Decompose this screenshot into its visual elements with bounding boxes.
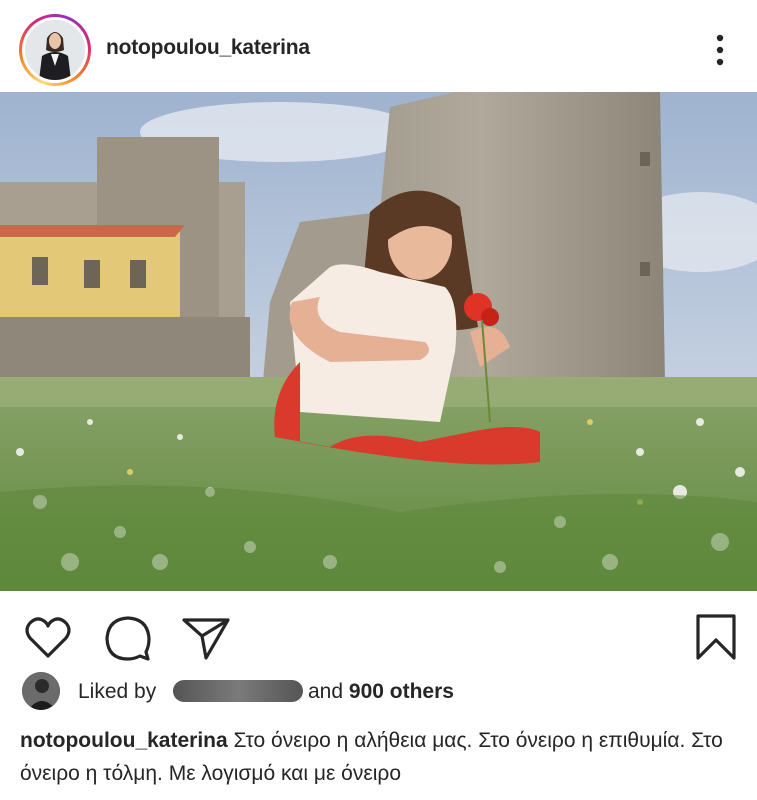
- more-options-icon[interactable]: [708, 30, 732, 70]
- liked-by-label: Liked by: [78, 680, 157, 703]
- liker-avatar[interactable]: [22, 672, 60, 710]
- like-heart-icon[interactable]: [22, 612, 74, 664]
- post-actions: [0, 600, 757, 670]
- avatar-figure-icon: [25, 20, 85, 80]
- share-send-icon[interactable]: [180, 612, 232, 664]
- others-count[interactable]: 900 others: [349, 680, 454, 703]
- post-image: [0, 92, 757, 591]
- post-header: notopoulou_katerina: [0, 0, 757, 92]
- avatar-image: [25, 20, 85, 80]
- likes-count[interactable]: and 900 others: [308, 680, 454, 704]
- post-caption: notopoulou_katerina Στο όνειρο η αλήθεια…: [20, 724, 740, 790]
- profile-avatar[interactable]: [19, 14, 91, 86]
- post-photo[interactable]: [0, 92, 757, 591]
- redacted-liker-name: [173, 680, 303, 702]
- save-bookmark-icon[interactable]: [690, 612, 742, 664]
- post-username[interactable]: notopoulou_katerina: [106, 36, 310, 60]
- avatar-ring-gap: [22, 17, 88, 83]
- comment-icon[interactable]: [102, 612, 154, 664]
- caption-username[interactable]: notopoulou_katerina: [20, 729, 228, 752]
- and-label: and: [308, 680, 344, 703]
